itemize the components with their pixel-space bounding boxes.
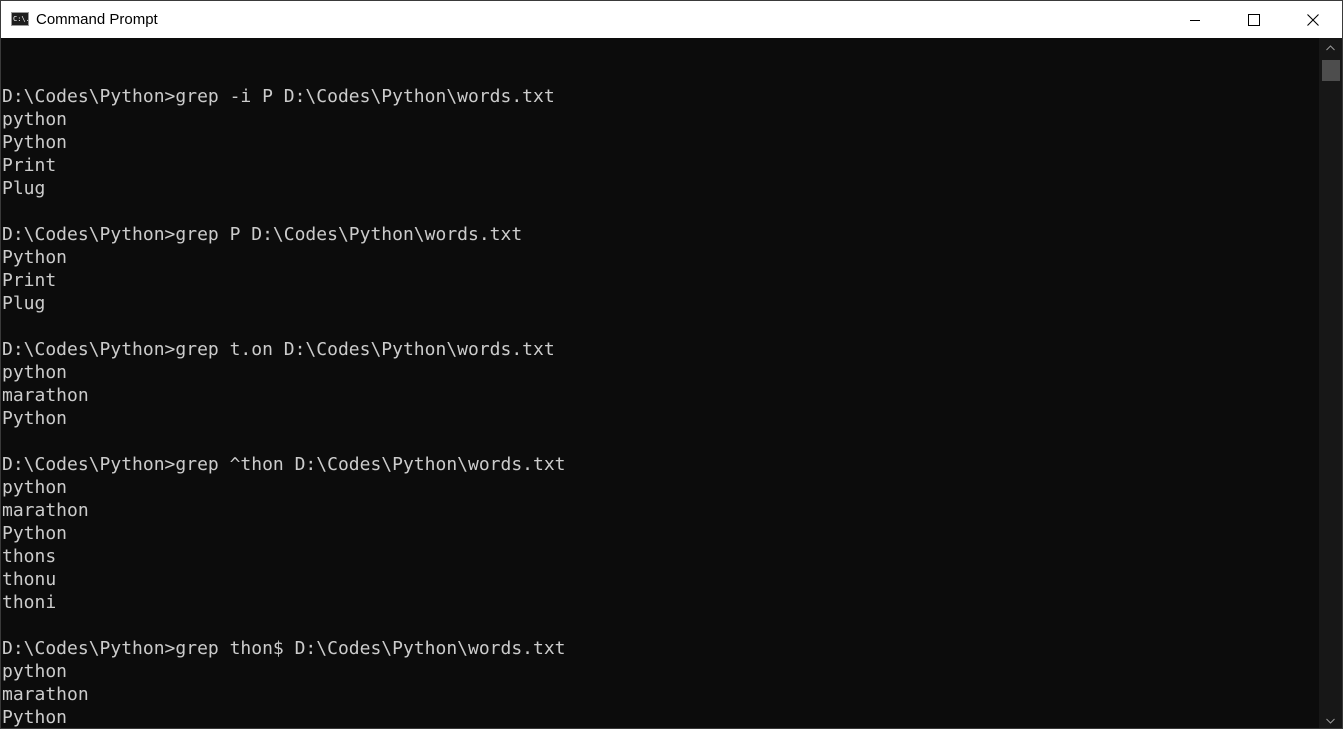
output-line: Python xyxy=(2,707,68,728)
blank-line xyxy=(2,62,566,85)
output-line: Python xyxy=(2,132,68,153)
close-icon xyxy=(1307,13,1319,26)
blank-line xyxy=(2,200,566,223)
maximize-button[interactable] xyxy=(1225,1,1283,38)
output-line: Python xyxy=(2,408,68,429)
console-lines: D:\Codes\Python>grep -i P D:\Codes\Pytho… xyxy=(2,62,566,728)
output-line: Print xyxy=(2,270,57,291)
output-line: Plug xyxy=(2,178,46,199)
output-line: Python xyxy=(2,523,68,544)
close-button[interactable] xyxy=(1284,1,1342,38)
blank-line xyxy=(2,315,566,338)
command-line: D:\Codes\Python>grep ^thon D:\Codes\Pyth… xyxy=(2,454,566,475)
chevron-up-icon xyxy=(1326,38,1335,56)
output-line: Print xyxy=(2,155,57,176)
command-line: D:\Codes\Python>grep -i P D:\Codes\Pytho… xyxy=(2,86,555,107)
vertical-scrollbar[interactable] xyxy=(1319,38,1342,728)
scroll-up-button[interactable] xyxy=(1319,38,1342,55)
command-prompt-icon: C:\. xyxy=(11,12,29,26)
output-line: python xyxy=(2,477,68,498)
output-line: marathon xyxy=(2,385,89,406)
output-line: marathon xyxy=(2,500,89,521)
output-line: python xyxy=(2,362,68,383)
output-line: python xyxy=(2,109,68,130)
minimize-button[interactable] xyxy=(1166,1,1224,38)
window-title: Command Prompt xyxy=(36,11,158,28)
console-output[interactable]: D:\Codes\Python>grep -i P D:\Codes\Pytho… xyxy=(1,38,1319,728)
output-line: Plug xyxy=(2,293,46,314)
blank-line xyxy=(2,614,566,637)
scroll-down-button[interactable] xyxy=(1319,711,1342,728)
maximize-icon xyxy=(1248,13,1260,26)
output-line: python xyxy=(2,661,68,682)
minimize-icon xyxy=(1189,14,1201,26)
command-line: D:\Codes\Python>grep thon$ D:\Codes\Pyth… xyxy=(2,638,566,659)
scroll-thumb[interactable] xyxy=(1322,60,1340,81)
command-prompt-window: C:\. Command Prompt D:\Codes\Python>grep… xyxy=(0,0,1343,729)
command-line: D:\Codes\Python>grep t.on D:\Codes\Pytho… xyxy=(2,339,555,360)
output-line: thoni xyxy=(2,592,57,613)
output-line: marathon xyxy=(2,684,89,705)
output-line: thonu xyxy=(2,569,57,590)
output-line: thons xyxy=(2,546,57,567)
output-line: Python xyxy=(2,247,68,268)
command-line: D:\Codes\Python>grep P D:\Codes\Python\w… xyxy=(2,224,523,245)
blank-line xyxy=(2,430,566,453)
chevron-down-icon xyxy=(1326,711,1335,729)
title-bar[interactable]: C:\. Command Prompt xyxy=(1,1,1342,38)
